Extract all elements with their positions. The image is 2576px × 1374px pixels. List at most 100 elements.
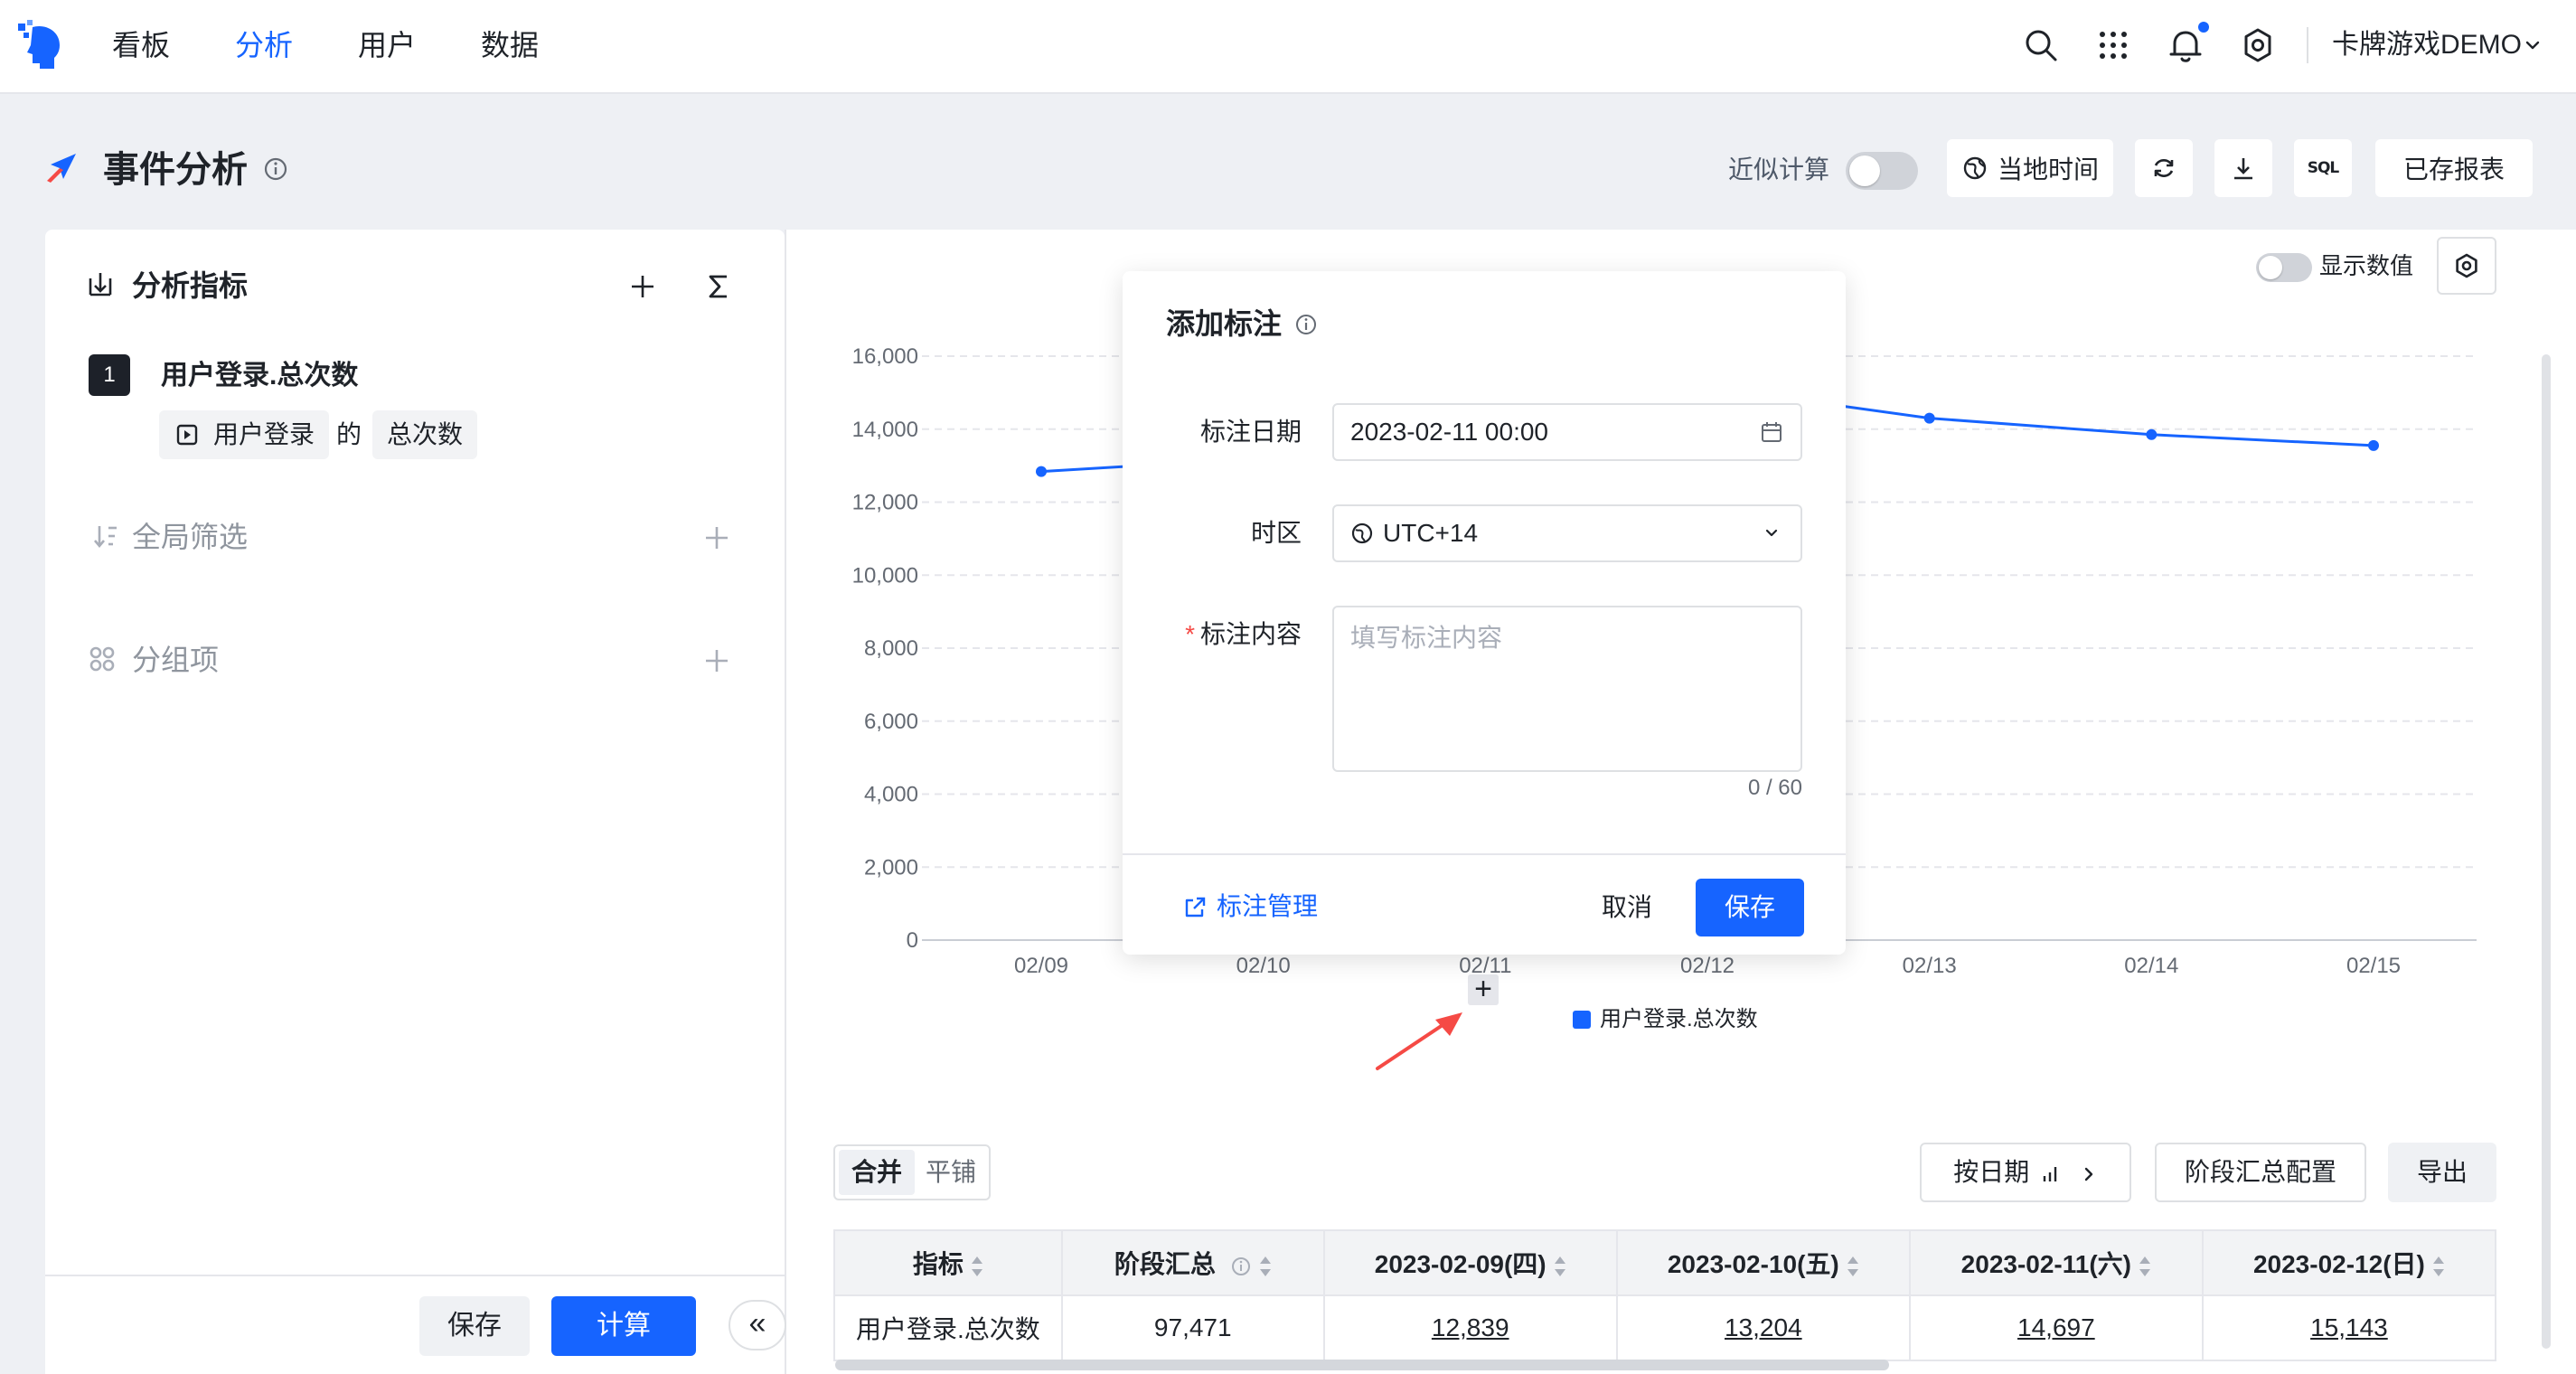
- save-annotation-button[interactable]: 保存: [1696, 879, 1804, 936]
- export-button[interactable]: 导出: [2388, 1143, 2496, 1202]
- local-time-button[interactable]: 当地时间: [1947, 139, 2113, 197]
- nav-item-users[interactable]: 用户: [358, 25, 416, 65]
- event-selector-chip[interactable]: 用户登录: [159, 410, 330, 459]
- collapse-panel-button[interactable]: «: [729, 1300, 786, 1350]
- stage-summary-config-button[interactable]: 阶段汇总配置: [2155, 1143, 2366, 1202]
- topbar-divider: [2307, 27, 2308, 63]
- char-counter: 0 / 60: [1747, 776, 1802, 800]
- table-cell-value[interactable]: 15,143: [2201, 1294, 2496, 1361]
- add-metric-icon[interactable]: [627, 271, 658, 302]
- add-filter-icon[interactable]: [701, 522, 732, 553]
- sort-icon: [1847, 1255, 1859, 1278]
- approx-calc-toggle[interactable]: [1846, 152, 1918, 190]
- search-icon[interactable]: [2021, 25, 2061, 65]
- tile-view-tab[interactable]: 平铺: [913, 1150, 989, 1195]
- calculate-button[interactable]: 计算: [551, 1296, 696, 1356]
- info-icon[interactable]: [1230, 1256, 1252, 1277]
- table-cell-total: 97,471: [1060, 1294, 1325, 1361]
- y-tick-label: 10,000: [852, 563, 918, 588]
- x-tick-label: 02/15: [2346, 954, 2401, 978]
- event-icon: [176, 424, 198, 446]
- refresh-icon: [2154, 159, 2174, 177]
- chevron-down-icon[interactable]: [2522, 34, 2543, 56]
- measure-selector-chip[interactable]: 总次数: [372, 410, 478, 459]
- notification-dot: [2198, 22, 2209, 33]
- timezone-label: 时区: [1250, 519, 1302, 547]
- metric-name[interactable]: 用户登录.总次数: [161, 356, 358, 396]
- sort-icon: [1259, 1255, 1272, 1278]
- data-table: 指标 阶段汇总 2023-02-09(四) 2023-02-10(五) 2023…: [833, 1229, 2496, 1361]
- table-cell-value[interactable]: 14,697: [1908, 1294, 2204, 1361]
- nav-item-dashboard[interactable]: 看板: [112, 25, 170, 65]
- annotation-date-picker[interactable]: 2023-02-11 00:00: [1332, 403, 1802, 461]
- add-group-icon[interactable]: [701, 645, 732, 676]
- globe-icon: [1351, 522, 1373, 544]
- saved-reports-button[interactable]: 已存报表: [2375, 139, 2533, 197]
- legend-label[interactable]: 用户登录.总次数: [1600, 1003, 1758, 1036]
- account-switcher[interactable]: 卡牌游戏DEMO: [2332, 27, 2522, 63]
- group-by-title: 分组项: [132, 644, 220, 676]
- bar-sort-icon: [2043, 1166, 2057, 1181]
- chart-settings-button[interactable]: [2437, 237, 2496, 295]
- timezone-select[interactable]: UTC+14: [1332, 504, 1802, 562]
- table-header-cell[interactable]: 2023-02-10(五): [1615, 1229, 1911, 1296]
- download-icon: [2234, 158, 2252, 180]
- table-header-cell[interactable]: 2023-02-12(日): [2201, 1229, 2496, 1296]
- x-tick-label: 02/13: [1903, 954, 1957, 978]
- sql-button[interactable]: SQL: [2294, 139, 2352, 197]
- dialog-title: 添加标注: [1166, 307, 1283, 340]
- annotation-date-label: 标注日期: [1199, 418, 1302, 446]
- add-annotation-marker[interactable]: +: [1468, 974, 1499, 1005]
- top-navigation-bar: 看板 分析 用户 数据 卡牌游戏DEMO: [0, 0, 2576, 94]
- by-date-label: 按日期: [1953, 1158, 2030, 1186]
- data-point: [2368, 439, 2379, 451]
- table-header-cell[interactable]: 阶段汇总: [1060, 1229, 1325, 1296]
- chevron-right-icon: [2084, 1167, 2092, 1181]
- cancel-button[interactable]: 取消: [1582, 879, 1672, 936]
- table-cell-value[interactable]: 13,204: [1615, 1294, 1911, 1361]
- product-logo-icon[interactable]: [14, 18, 65, 72]
- formula-sigma-icon[interactable]: [703, 271, 734, 302]
- settings-gear-icon[interactable]: [2238, 25, 2278, 65]
- chevron-down-icon: [1765, 529, 1778, 537]
- y-tick-label: 2,000: [864, 855, 918, 880]
- show-values-toggle[interactable]: [2256, 253, 2312, 282]
- merge-view-tab[interactable]: 合并: [839, 1150, 916, 1195]
- of-connector-text: 的: [336, 420, 362, 448]
- annotation-content-textarea[interactable]: [1334, 607, 1800, 770]
- download-button[interactable]: [2214, 139, 2272, 197]
- apps-grid-icon[interactable]: [2093, 25, 2133, 65]
- settings-gear-icon: [2456, 253, 2477, 278]
- metrics-icon: [89, 273, 112, 296]
- global-filter-title: 全局筛选: [132, 521, 249, 553]
- save-button[interactable]: 保存: [419, 1296, 530, 1356]
- nav-item-data[interactable]: 数据: [481, 25, 539, 65]
- table-header-cell[interactable]: 2023-02-09(四): [1322, 1229, 1618, 1296]
- table-header-cell[interactable]: 指标: [833, 1229, 1063, 1296]
- dialog-footer-divider: [1123, 853, 1846, 855]
- timezone-value: UTC+14: [1383, 519, 1479, 547]
- sort-icon: [2139, 1255, 2151, 1278]
- info-icon[interactable]: [1294, 313, 1318, 336]
- globe-icon: [1963, 156, 1987, 180]
- add-annotation-dialog: 添加标注 标注日期 2023-02-11 00:00 时区 UTC+14 * 标注…: [1123, 271, 1846, 955]
- info-icon[interactable]: [262, 155, 289, 183]
- annotation-date-value: 2023-02-11 00:00: [1350, 418, 1548, 446]
- annotation-content-label: * 标注内容: [1185, 620, 1302, 648]
- event-chip-label: 用户登录: [213, 420, 315, 448]
- y-tick-label: 12,000: [852, 491, 918, 515]
- refresh-button[interactable]: [2135, 139, 2193, 197]
- nav-item-analysis[interactable]: 分析: [235, 25, 293, 65]
- annotation-management-label: 标注管理: [1217, 892, 1319, 920]
- annotation-management-link[interactable]: 标注管理: [1182, 889, 1318, 924]
- panel-footer-divider: [45, 1275, 785, 1276]
- table-cell-value[interactable]: 12,839: [1322, 1294, 1618, 1361]
- calendar-icon: [1762, 422, 1782, 442]
- annotation-content-field[interactable]: [1332, 606, 1802, 772]
- by-date-button[interactable]: 按日期: [1920, 1143, 2131, 1202]
- x-tick-label: 02/09: [1014, 954, 1068, 978]
- horizontal-scrollbar[interactable]: [835, 1360, 1889, 1370]
- vertical-scrollbar[interactable]: [2542, 354, 2551, 1349]
- table-header-cell[interactable]: 2023-02-11(六): [1908, 1229, 2204, 1296]
- table-viewport: 指标 阶段汇总 2023-02-09(四) 2023-02-10(五) 2023…: [833, 1226, 2496, 1374]
